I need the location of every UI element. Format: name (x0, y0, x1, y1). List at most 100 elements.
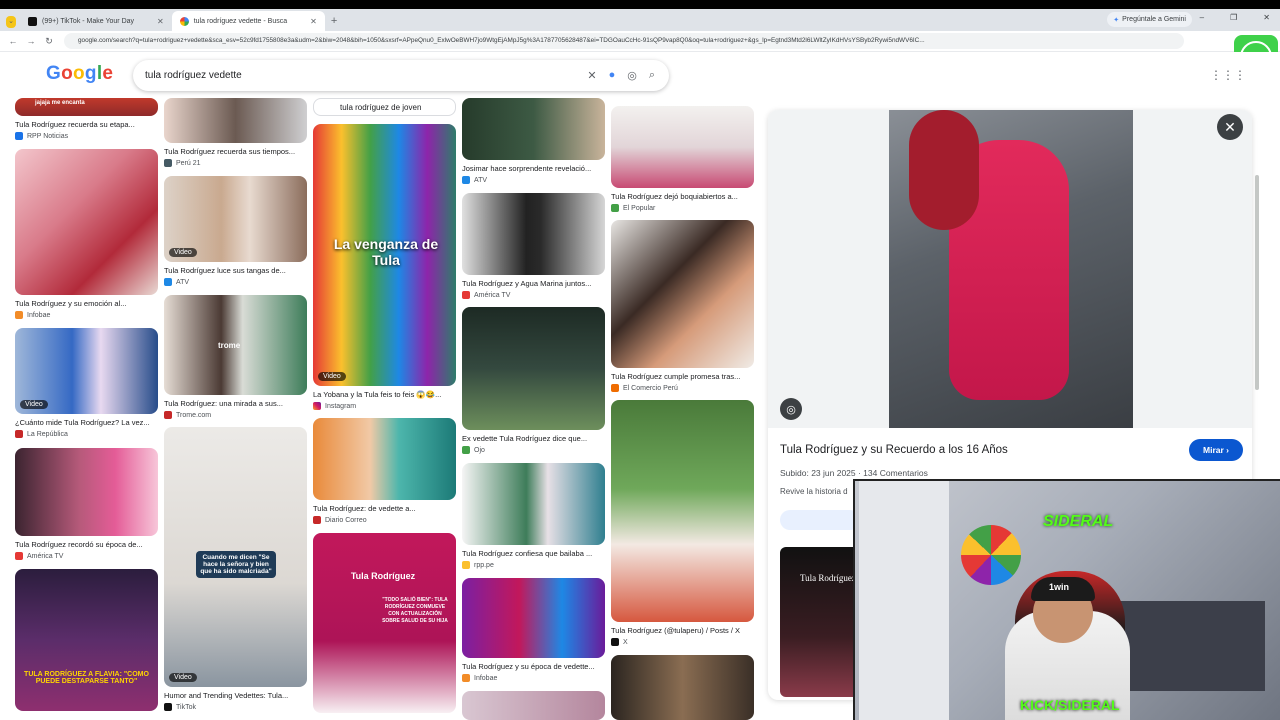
result-card[interactable]: Cuando me dicen "Se hace la señora y bie… (164, 427, 307, 711)
preview-image[interactable] (889, 110, 1133, 428)
result-card[interactable]: jajaja me encanta Tula Rodríguez recuerd… (15, 98, 158, 140)
result-caption[interactable]: Tula Rodríguez y su emoción al... (15, 299, 158, 308)
close-icon[interactable]: ✕ (157, 17, 164, 26)
result-card[interactable]: Tula Rodríguez y Agua Marina juntos... A… (462, 193, 605, 299)
back-icon[interactable]: ← (4, 36, 22, 46)
result-thumbnail[interactable] (462, 98, 605, 160)
result-caption[interactable]: Tula Rodríguez recuerda sus tiempos... (164, 147, 307, 156)
result-card[interactable]: Tula Rodríguez "TODO SALIÓ BIEN": TULA R… (313, 533, 456, 713)
result-card[interactable]: Tula Rodríguez (@tulaperu) / Posts / X X (611, 400, 754, 646)
result-thumbnail[interactable] (15, 149, 158, 295)
forward-icon[interactable]: → (22, 36, 40, 46)
result-card[interactable]: Tula Rodríguez recordó su época de... Am… (15, 448, 158, 560)
result-thumbnail[interactable]: Tula Rodríguez "TODO SALIÓ BIEN": TULA R… (313, 533, 456, 713)
result-caption[interactable]: Tula Rodríguez dejó boquiabiertos a... (611, 192, 754, 201)
microphone-icon[interactable]: ● (609, 69, 616, 82)
result-caption[interactable]: Tula Rodríguez y Agua Marina juntos... (462, 279, 605, 288)
result-thumbnail[interactable]: La venganza de Tula Video (313, 124, 456, 386)
tab-search-icon[interactable]: ⌄ (6, 16, 16, 28)
result-caption[interactable]: Tula Rodríguez confiesa que bailaba ... (462, 549, 605, 558)
result-thumbnail[interactable]: Video (164, 176, 307, 262)
scrollbar[interactable] (1255, 175, 1259, 390)
result-caption[interactable]: Tula Rodríguez recuerda su etapa... (15, 120, 158, 129)
result-thumbnail[interactable] (462, 463, 605, 545)
result-card[interactable]: Tula Rodríguez y su emoción al... Infoba… (15, 149, 158, 319)
close-panel-icon[interactable]: ✕ (1217, 114, 1243, 140)
preview-title[interactable]: Tula Rodríguez y su Recuerdo a los 16 Añ… (780, 444, 1008, 456)
lens-icon[interactable]: ◎ (627, 69, 637, 82)
result-thumbnail[interactable] (611, 106, 754, 188)
lens-search-icon[interactable]: ◎ (780, 398, 802, 420)
url-field[interactable]: google.com/search?q=tula+rodriguez+vedet… (64, 33, 1184, 49)
google-logo[interactable]: Google (46, 63, 113, 85)
result-thumbnail[interactable] (15, 448, 158, 536)
related-search-chip[interactable]: tula rodríguez de joven (313, 98, 456, 116)
result-thumbnail[interactable] (462, 307, 605, 430)
result-thumbnail[interactable]: trome (164, 295, 307, 395)
result-thumbnail[interactable] (313, 418, 456, 500)
result-card[interactable] (611, 655, 754, 720)
search-box[interactable]: tula rodríguez vedette ✕ ● ◎ ⌕ (133, 60, 669, 91)
minimize-icon[interactable]: – (1200, 13, 1204, 22)
result-thumbnail[interactable]: jajaja me encanta (15, 98, 158, 116)
result-card[interactable]: trome Tula Rodríguez: una mirada a sus..… (164, 295, 307, 419)
clear-icon[interactable]: ✕ (587, 69, 596, 82)
result-thumbnail[interactable]: Cuando me dicen "Se hace la señora y bie… (164, 427, 307, 687)
search-icon[interactable]: ⌕ (649, 69, 655, 82)
result-card[interactable]: Tula Rodríguez dejó boquiabiertos a... E… (611, 106, 754, 212)
apps-grid-icon[interactable]: ⋮⋮⋮ (1210, 68, 1246, 82)
close-icon[interactable]: ✕ (310, 17, 317, 26)
result-caption[interactable]: Josimar hace sorprendente revelació... (462, 164, 605, 173)
result-thumbnail[interactable] (462, 691, 605, 720)
result-thumbnail[interactable] (462, 193, 605, 275)
reload-icon[interactable]: ↻ (40, 36, 58, 47)
maximize-icon[interactable]: ❐ (1230, 13, 1237, 22)
result-caption[interactable]: La Yobana y la Tula feis to feis 😱😂... (313, 390, 456, 399)
result-caption[interactable]: Tula Rodríguez cumple promesa tras... (611, 372, 754, 381)
search-input[interactable]: tula rodríguez vedette (145, 70, 587, 81)
result-caption[interactable]: Tula Rodríguez luce sus tangas de... (164, 266, 307, 275)
source-icon (462, 674, 470, 682)
result-thumbnail[interactable] (164, 98, 307, 143)
result-card[interactable]: Video ¿Cuánto mide Tula Rodríguez? La ve… (15, 328, 158, 438)
result-card[interactable]: Tula Rodríguez confiesa que bailaba ... … (462, 463, 605, 569)
result-source: Perú 21 (164, 159, 307, 167)
gemini-button[interactable]: ✦ Pregúntale a Gemini (1107, 12, 1192, 27)
result-caption[interactable]: Tula Rodríguez: de vedette a... (313, 504, 456, 513)
result-card[interactable]: TULA RODRÍGUEZ A FLAVIA: "COMO PUEDE DES… (15, 569, 158, 711)
result-thumbnail[interactable] (611, 655, 754, 720)
result-thumbnail[interactable] (611, 400, 754, 622)
result-caption[interactable]: Tula Rodríguez recordó su época de... (15, 540, 158, 549)
tab-tiktok[interactable]: (99+) TikTok - Make Your Day ✕ (20, 11, 172, 31)
result-caption[interactable]: Tula Rodríguez (@tulaperu) / Posts / X (611, 626, 754, 635)
result-caption[interactable]: ¿Cuánto mide Tula Rodríguez? La vez... (15, 418, 158, 427)
source-icon (611, 384, 619, 392)
result-card[interactable]: Tula Rodríguez cumple promesa tras... El… (611, 220, 754, 392)
result-card[interactable]: Video Tula Rodríguez luce sus tangas de.… (164, 176, 307, 286)
result-card[interactable]: La venganza de Tula Video La Yobana y la… (313, 124, 456, 410)
result-card[interactable]: Josimar hace sorprendente revelació... A… (462, 98, 605, 184)
close-window-icon[interactable]: ✕ (1263, 13, 1270, 22)
result-card[interactable]: Tula Rodríguez: de vedette a... Diario C… (313, 418, 456, 524)
chip-label[interactable]: tula rodríguez de joven (313, 98, 456, 116)
prize-wheel (961, 525, 1021, 585)
preview-image-area[interactable]: ◎ (768, 110, 1252, 428)
new-tab-button[interactable]: + (325, 11, 343, 31)
result-thumbnail[interactable]: TULA RODRÍGUEZ A FLAVIA: "COMO PUEDE DES… (15, 569, 158, 711)
result-caption[interactable]: Tula Rodríguez: una mirada a sus... (164, 399, 307, 408)
watch-button[interactable]: Mirar › (1189, 439, 1243, 461)
result-card[interactable] (462, 691, 605, 720)
result-caption[interactable]: Tula Rodríguez y su época de vedette... (462, 662, 605, 671)
result-source: TikTok (164, 703, 307, 711)
tab-google[interactable]: tula rodríguez vedette - Busca ✕ (171, 11, 325, 31)
source-icon (164, 159, 172, 167)
result-thumbnail[interactable]: Video (15, 328, 158, 414)
visit-button[interactable] (780, 510, 860, 530)
result-thumbnail[interactable] (611, 220, 754, 368)
result-thumbnail[interactable] (462, 578, 605, 658)
result-caption[interactable]: Humor and Trending Vedettes: Tula... (164, 691, 307, 700)
result-card[interactable]: Tula Rodríguez y su época de vedette... … (462, 578, 605, 682)
result-card[interactable]: Tula Rodríguez recuerda sus tiempos... P… (164, 98, 307, 167)
result-caption[interactable]: Ex vedette Tula Rodríguez dice que... (462, 434, 605, 443)
result-card[interactable]: Ex vedette Tula Rodríguez dice que... Oj… (462, 307, 605, 454)
